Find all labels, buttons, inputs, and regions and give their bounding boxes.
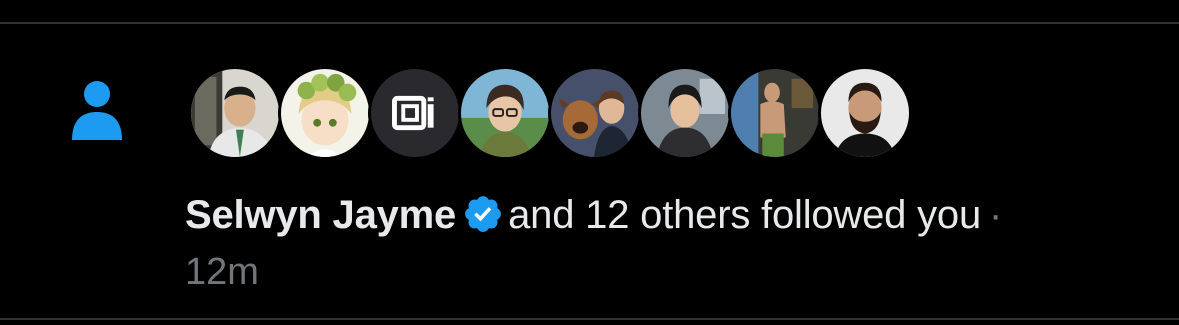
avatar-5[interactable] [548, 66, 642, 160]
avatar-4[interactable] [458, 66, 552, 160]
avatar-6[interactable] [638, 66, 732, 160]
avatar-8[interactable] [818, 66, 912, 160]
follower-name[interactable]: Selwyn Jayme [185, 193, 456, 237]
timestamp: 12m [185, 251, 259, 293]
avatar-2[interactable] [278, 66, 372, 160]
person-icon [72, 81, 122, 140]
avatar-1[interactable] [188, 66, 282, 160]
notification-text: Selwyn Jayme and 12 others followed you · [185, 190, 1002, 240]
verified-badge-icon [465, 196, 502, 232]
action-text: and 12 others followed you [508, 193, 982, 237]
avatar-7[interactable] [728, 66, 822, 160]
bottom-divider [0, 318, 1179, 320]
separator-dot: · [989, 193, 1003, 237]
avatar-3-logo[interactable] [368, 66, 462, 160]
